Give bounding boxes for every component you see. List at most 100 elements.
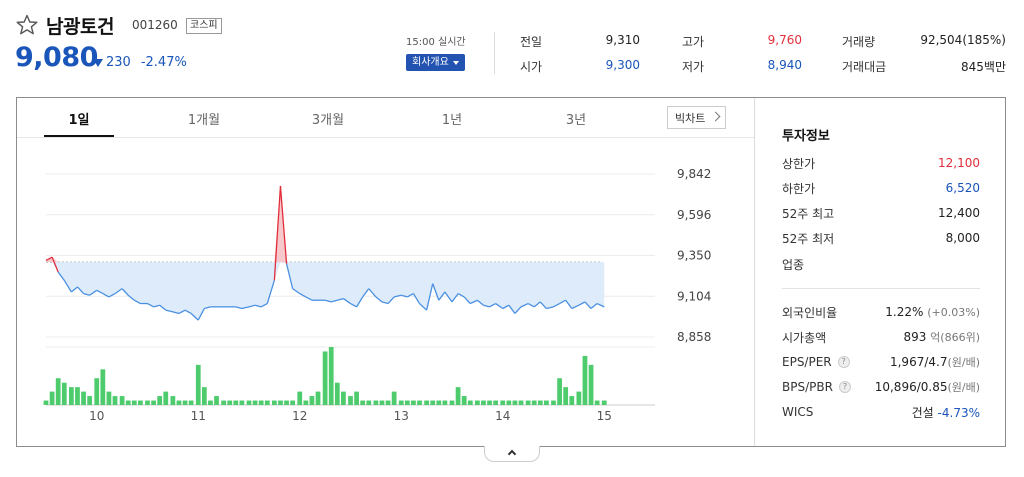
volume-bar (188, 400, 194, 405)
volume-bar (601, 400, 607, 405)
high-label: 고가 (682, 35, 705, 49)
wics-value[interactable]: 건설 (912, 406, 934, 420)
x-tick-label: 10 (89, 409, 104, 423)
upper-limit-value: 12,100 (938, 156, 980, 170)
foreign-ratio-change: (+0.03%) (927, 306, 980, 319)
volume-bar (55, 378, 61, 405)
volume-bar (449, 400, 455, 405)
upper-limit-row: 상한가 12,100 (782, 154, 980, 172)
eps-per-value: 1,967/4.7 (889, 355, 948, 369)
volume-bar (430, 400, 436, 405)
volume-bar (81, 391, 86, 405)
volume-bar (334, 382, 340, 405)
volume-bar (246, 400, 252, 405)
wics-row: WICS 건설 -4.73% (782, 403, 980, 421)
x-tick-label: 13 (394, 409, 409, 423)
market-badge: 코스피 (186, 18, 222, 34)
volume-bar (391, 391, 397, 405)
down-arrow-icon (93, 58, 103, 67)
prev-close-value: 9,310 (605, 33, 640, 47)
volume-bar (341, 391, 346, 405)
bps-pbr-unit: (원/배) (947, 381, 980, 394)
volume-bar (163, 391, 169, 405)
volume-bar (87, 396, 93, 405)
volume-bar (360, 400, 366, 405)
volume-bar (398, 400, 404, 405)
volume-bar (227, 400, 233, 405)
bps-pbr-row: BPS/PBR? 10,896/0.85(원/배) (782, 378, 980, 396)
volume-bar (373, 400, 379, 405)
volume-bar (315, 391, 321, 405)
sector-label: 업종 (782, 257, 805, 272)
change-rate: -2.47% (140, 55, 187, 70)
volume-bar (500, 400, 506, 405)
stock-name: 남광토건 (46, 16, 114, 38)
amount-value: 845백만 (961, 60, 1006, 74)
high-value: 9,760 (767, 33, 802, 47)
help-icon[interactable]: ? (838, 381, 851, 393)
y-tick-label: 9,842 (677, 167, 711, 181)
volume-bar (297, 391, 303, 405)
volume-label: 거래량 (842, 35, 876, 49)
volume-bar (303, 400, 309, 405)
stock-code: 001260 (132, 18, 178, 32)
eps-per-row: EPS/PER? 1,967/4.7(원/배) (782, 353, 980, 371)
volume-bar (576, 391, 582, 405)
week52-low-label: 52주 최저 (782, 231, 835, 246)
price-chart: 9,842 9,596 9,350 9,104 8,858 10 11 12 13 14 15 (43, 167, 711, 423)
foreign-ratio-label: 외국인비율 (782, 305, 838, 320)
volume-bar (487, 400, 492, 405)
volume-bar (195, 364, 201, 405)
volume-bar (563, 387, 569, 405)
volume-bar (442, 400, 448, 405)
caret-down-icon (452, 60, 459, 65)
help-icon[interactable]: ? (837, 356, 850, 368)
company-overview-button[interactable]: 회사개요 (406, 54, 465, 71)
star-icon[interactable] (15, 13, 39, 37)
volume-bar (385, 400, 391, 405)
foreign-ratio-value: 1.22% (885, 305, 924, 319)
bps-pbr-value: 10,896/0.85 (874, 380, 948, 394)
volume-bar (411, 400, 416, 405)
y-tick-label: 9,104 (677, 289, 711, 303)
eps-per-unit: (원/배) (947, 356, 980, 369)
volume-bar (252, 400, 258, 405)
volume-bar (455, 387, 461, 405)
sector-row: 업종 (782, 255, 980, 273)
volume-bar (106, 391, 112, 405)
volume-bar (518, 400, 524, 405)
volume-bar (214, 396, 219, 405)
prev-close-label: 전일 (520, 35, 543, 49)
volume-bar (493, 400, 499, 405)
volume-bar (170, 396, 176, 405)
market-cap-row: 시가총액 893 억(866위) (782, 328, 980, 346)
volume-bar (157, 396, 163, 405)
volume-bar (512, 400, 518, 405)
volume-bar (290, 400, 296, 405)
collapse-button[interactable] (484, 446, 540, 462)
volume-bar (271, 400, 277, 405)
volume-bar (506, 400, 512, 405)
y-tick-label: 9,596 (677, 208, 711, 222)
volume-bar (119, 396, 125, 405)
volume-value: 92,504(185%) (920, 33, 1006, 47)
open-value: 9,300 (605, 58, 640, 72)
volume-bar (348, 396, 353, 405)
amount-label: 거래대금 (842, 60, 887, 74)
volume-bar (417, 400, 422, 405)
realtime-label: 15:00 실시간 (406, 37, 466, 48)
volume-bar (43, 400, 49, 405)
week52-low-value: 8,000 (945, 231, 980, 245)
volume-bar (309, 396, 315, 405)
low-label: 저가 (682, 60, 705, 74)
volume-bar (131, 400, 137, 405)
foreign-ratio-row: 외국인비율 1.22% (+0.03%) (782, 303, 980, 321)
volume-bar (221, 400, 227, 405)
market-cap-unit: 억(866위) (930, 331, 980, 344)
upper-limit-label: 상한가 (782, 156, 816, 171)
y-tick-label: 9,350 (677, 249, 711, 263)
eps-per-label: EPS/PER (782, 355, 832, 369)
volume-bar (112, 396, 118, 405)
volume-bar (531, 400, 537, 405)
volume-bar (551, 400, 556, 405)
